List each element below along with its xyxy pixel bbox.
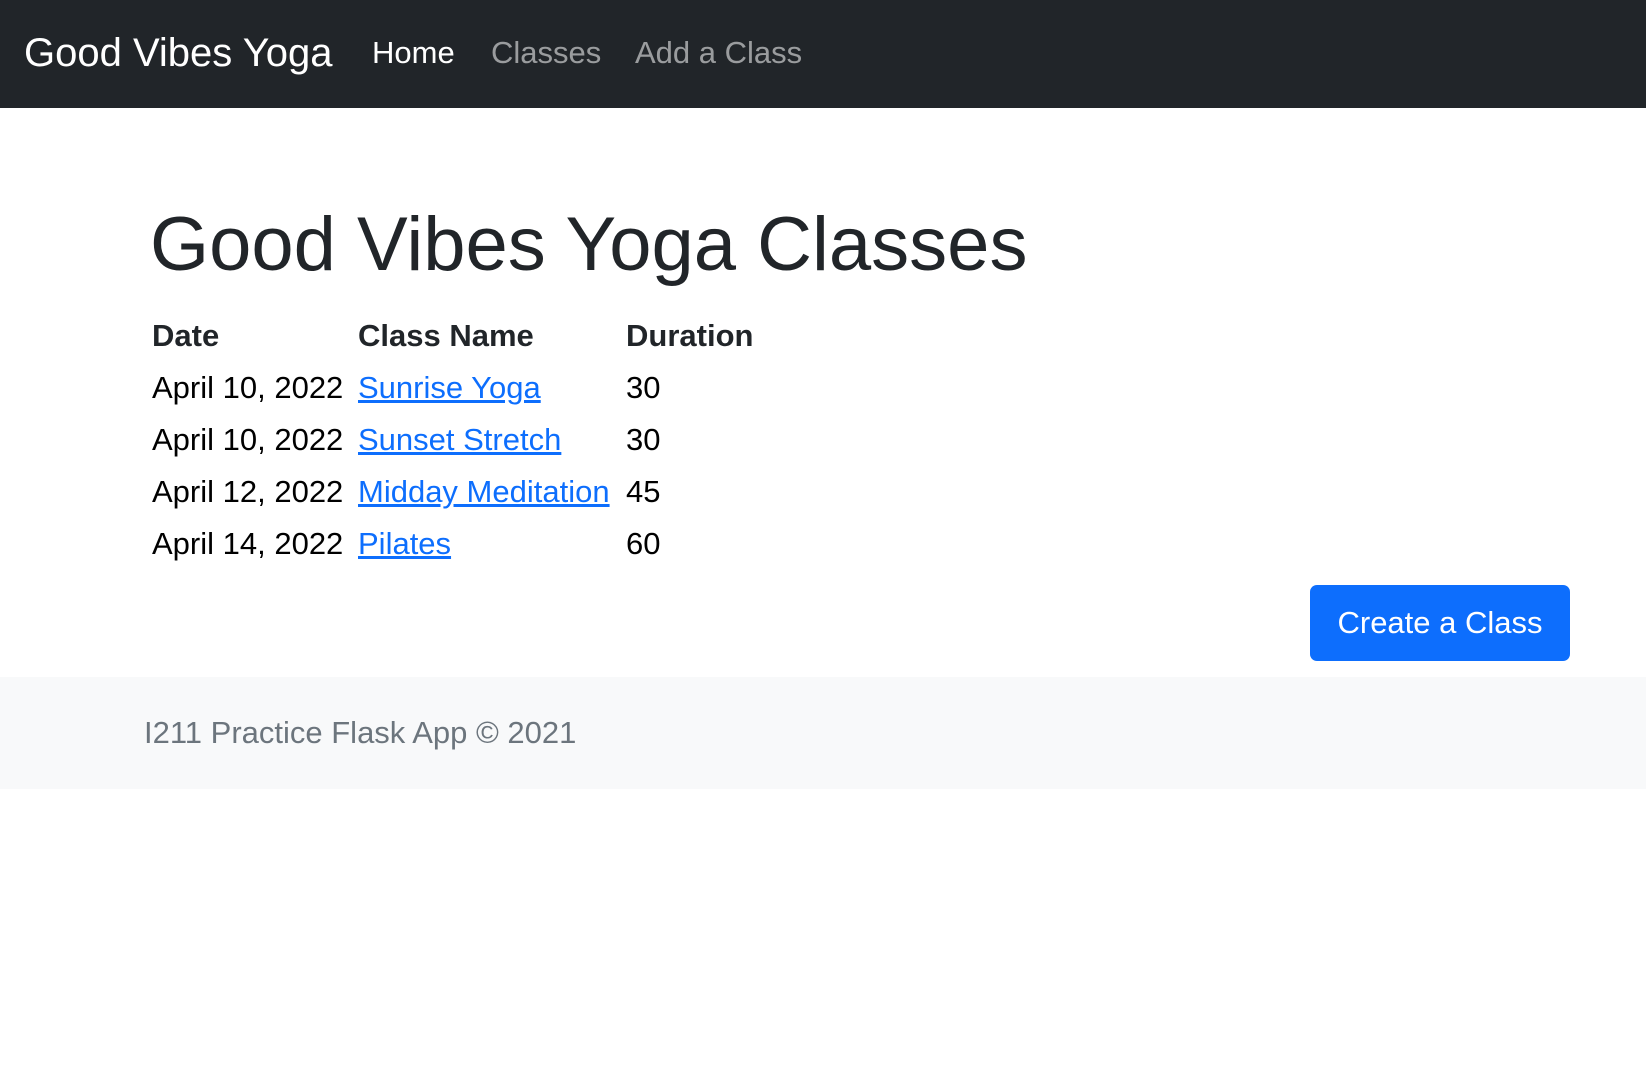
classes-table: Date Class Name Duration April 10, 2022 … [150, 310, 757, 570]
class-name-link[interactable]: Sunset Stretch [358, 422, 561, 457]
class-name-cell: Pilates [356, 518, 624, 570]
table-header-row: Date Class Name Duration [150, 310, 757, 362]
column-header-duration: Duration [626, 318, 754, 353]
class-name-cell: Sunset Stretch [356, 414, 624, 466]
class-name-link[interactable]: Midday Meditation [358, 474, 610, 509]
page-footer: I211 Practice Flask App © 2021 [0, 677, 1646, 789]
class-date: April 10, 2022 [152, 422, 344, 457]
class-date: April 12, 2022 [152, 474, 344, 509]
nav-link-classes[interactable]: Classes [491, 31, 601, 75]
table-row: April 14, 2022 Pilates 60 [150, 518, 757, 570]
class-name-cell: Sunrise Yoga [356, 362, 624, 414]
navbar-brand[interactable]: Good Vibes Yoga [24, 28, 332, 78]
footer-copyright: I211 Practice Flask App © 2021 [144, 715, 577, 750]
class-date: April 10, 2022 [152, 370, 344, 405]
table-row: April 12, 2022 Midday Meditation 45 [150, 466, 757, 518]
table-row: April 10, 2022 Sunset Stretch 30 [150, 414, 757, 466]
class-duration: 45 [626, 474, 661, 509]
class-name-cell: Midday Meditation [356, 466, 624, 518]
column-header-class-name: Class Name [358, 318, 534, 353]
column-header-date: Date [152, 318, 220, 353]
page-title: Good Vibes Yoga Classes [150, 202, 1028, 287]
class-duration: 60 [626, 526, 661, 561]
create-class-button[interactable]: Create a Class [1310, 585, 1570, 661]
nav-link-home[interactable]: Home [372, 31, 455, 75]
top-navbar: Good Vibes Yoga Home Classes Add a Class [0, 0, 1646, 108]
class-date: April 14, 2022 [152, 526, 344, 561]
class-name-link[interactable]: Sunrise Yoga [358, 370, 541, 405]
class-name-link[interactable]: Pilates [358, 526, 451, 561]
table-row: April 10, 2022 Sunrise Yoga 30 [150, 362, 757, 414]
class-duration: 30 [626, 422, 661, 457]
class-duration: 30 [626, 370, 661, 405]
nav-link-add-class[interactable]: Add a Class [635, 31, 802, 75]
